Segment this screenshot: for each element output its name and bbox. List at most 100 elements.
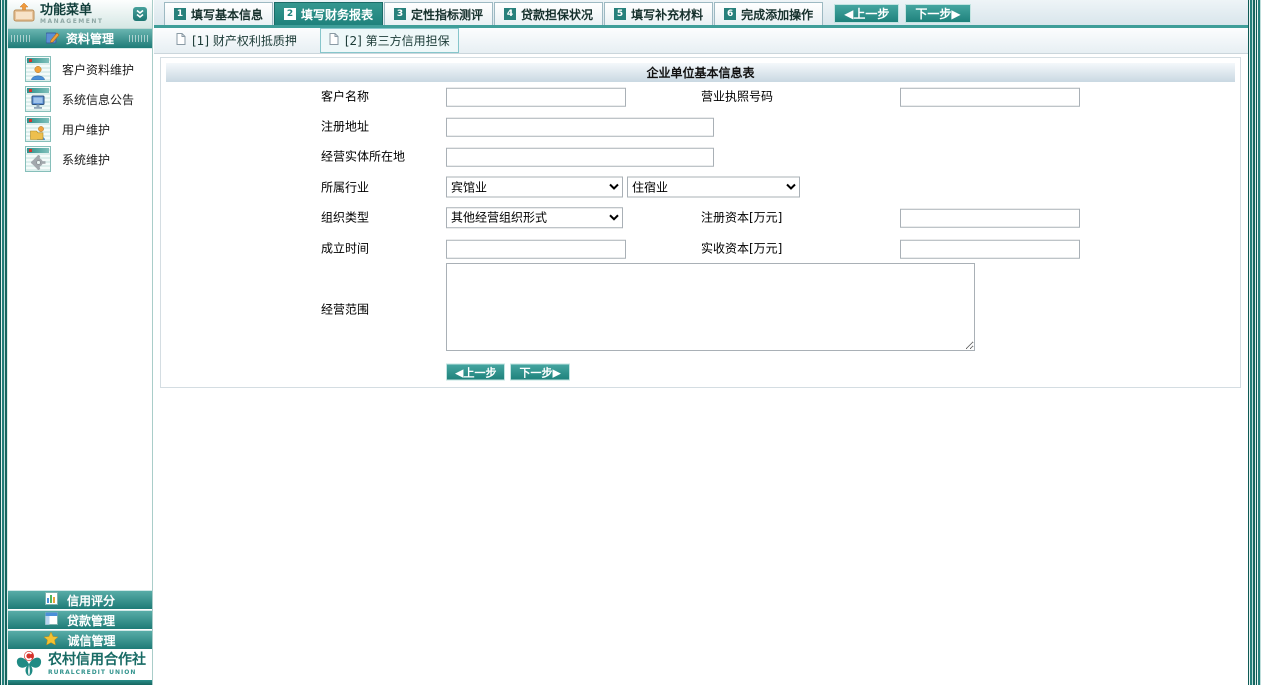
tab-label: 定性指标测评 <box>411 6 483 23</box>
sidebar-section-data-management[interactable]: 资料管理 <box>8 29 152 49</box>
reg-address-label: 注册地址 <box>321 118 369 135</box>
sidebar-item-label: 客户资料维护 <box>62 61 134 78</box>
logo-subtitle: RURALCREDIT UNION <box>48 669 146 676</box>
sidebar-item-customer-profile[interactable]: 客户资料维护 <box>8 54 152 84</box>
prev-step-button[interactable]: ◀上一步 <box>834 4 899 23</box>
tab-number-icon: 2 <box>284 8 296 20</box>
sidebar-item-label: 系统信息公告 <box>62 91 134 108</box>
tab-label: 填写基本信息 <box>191 6 263 23</box>
industry-primary-select[interactable]: 宾馆业 <box>446 177 623 198</box>
wizard-tabbar: 1 填写基本信息 2 填写财务报表 3 定性指标测评 4 贷款担保状况 5 填写… <box>154 0 1248 25</box>
wizard-tab-complete-operation[interactable]: 6 完成添加操作 <box>714 2 823 25</box>
sidebar-section-label: 信用评分 <box>67 592 115 609</box>
tab-number-icon: 4 <box>504 8 516 20</box>
org-type-label: 组织类型 <box>321 209 369 226</box>
wizard-tab-basic-info[interactable]: 1 填写基本信息 <box>164 2 273 25</box>
wizard-tab-supplementary-material[interactable]: 5 填写补充材料 <box>604 2 713 25</box>
tab-number-icon: 1 <box>174 8 186 20</box>
logo-title: 农村信用合作社 <box>48 653 146 667</box>
entity-location-label: 经营实体所在地 <box>321 148 405 165</box>
sidebar-spacer <box>8 174 152 589</box>
reg-capital-input[interactable] <box>900 208 1080 227</box>
subtab-label: [1] 财产权利抵质押 <box>192 32 297 49</box>
tick-marks-left <box>11 35 31 42</box>
form-row: 经营范围 <box>161 264 1240 354</box>
function-menu-icon <box>13 3 35 26</box>
main-area: 1 填写基本信息 2 填写财务报表 3 定性指标测评 4 贷款担保状况 5 填写… <box>154 0 1248 685</box>
rural-credit-union-logo: 农村信用合作社 RURALCREDIT UNION <box>8 649 152 680</box>
right-edge-stripes <box>1248 0 1261 685</box>
customer-name-label: 客户名称 <box>321 88 369 105</box>
form-row: 成立时间 实收资本[万元] <box>161 236 1240 260</box>
next-step-button[interactable]: 下一步▶ <box>905 4 970 23</box>
tick-marks-right <box>129 35 149 42</box>
sidebar-section-integrity-management[interactable]: 诚信管理 <box>8 630 152 649</box>
form-row: 注册地址 <box>161 114 1240 138</box>
user-maintenance-icon <box>25 116 51 142</box>
form-row: 客户名称 营业执照号码 <box>161 84 1240 108</box>
form-next-button[interactable]: 下一步▶ <box>510 364 569 381</box>
subtab-property-pledge[interactable]: [1] 财产权利抵质押 <box>167 28 306 53</box>
business-scope-textarea[interactable] <box>446 263 975 351</box>
industry-label: 所属行业 <box>321 179 369 196</box>
logo-emblem-icon <box>14 649 44 681</box>
industry-secondary-select[interactable]: 住宿业 <box>627 177 800 198</box>
form-button-row: ◀上一步 下一步▶ <box>161 363 1240 381</box>
tab-label: 填写财务报表 <box>301 6 373 23</box>
content-area: 企业单位基本信息表 客户名称 营业执照号码 注册地址 经营实体所在地 <box>154 54 1248 685</box>
form-prev-button[interactable]: ◀上一步 <box>446 364 505 381</box>
form-body: 客户名称 营业执照号码 注册地址 经营实体所在地 所属行业 <box>161 84 1240 384</box>
document-icon <box>329 33 339 48</box>
tab-label: 填写补充材料 <box>631 6 703 23</box>
credit-score-icon <box>45 592 58 608</box>
subtab-label: [2] 第三方信用担保 <box>345 32 450 49</box>
reg-capital-label: 注册资本[万元] <box>701 209 782 226</box>
sidebar-subtitle: MANAGEMENT <box>40 19 104 25</box>
sidebar-header: 功能菜单 MANAGEMENT <box>8 0 152 29</box>
customer-profile-icon <box>25 56 51 82</box>
tab-number-icon: 5 <box>614 8 626 20</box>
founded-label: 成立时间 <box>321 240 369 257</box>
reg-address-input[interactable] <box>446 117 714 136</box>
sidebar-item-system-announcement[interactable]: 系统信息公告 <box>8 84 152 114</box>
document-icon <box>176 33 186 48</box>
form-row: 经营实体所在地 <box>161 144 1240 168</box>
tab-label: 贷款担保状况 <box>521 6 593 23</box>
business-scope-label: 经营范围 <box>321 301 369 318</box>
wizard-tab-loan-guarantee[interactable]: 4 贷款担保状况 <box>494 2 603 25</box>
wizard-tab-financial-report[interactable]: 2 填写财务报表 <box>274 2 383 25</box>
paid-capital-label: 实收资本[万元] <box>701 240 782 257</box>
sidebar-item-label: 用户维护 <box>62 121 110 138</box>
sidebar-section-label: 资料管理 <box>66 30 114 47</box>
collapse-icon[interactable] <box>133 7 147 21</box>
system-announcement-icon <box>25 86 51 112</box>
org-type-select[interactable]: 其他经营组织形式 <box>446 207 623 228</box>
form-title: 企业单位基本信息表 <box>166 63 1235 82</box>
founded-input[interactable] <box>446 239 626 258</box>
integrity-star-icon <box>44 632 58 648</box>
tab-label: 完成添加操作 <box>741 6 813 23</box>
sidebar-section-label: 诚信管理 <box>67 632 115 649</box>
form-row: 组织类型 其他经营组织形式 注册资本[万元] <box>161 205 1240 229</box>
tab-number-icon: 3 <box>394 8 406 20</box>
sidebar: 功能菜单 MANAGEMENT 资料管理 <box>8 0 153 685</box>
subtab-third-party-guarantee[interactable]: [2] 第三方信用担保 <box>320 28 459 53</box>
sidebar-section-loan-management[interactable]: 贷款管理 <box>8 610 152 629</box>
loan-management-icon <box>45 612 58 628</box>
customer-name-input[interactable] <box>446 87 626 106</box>
form-row: 所属行业 宾馆业 住宿业 <box>161 175 1240 199</box>
left-edge-stripes <box>0 0 8 685</box>
form-panel: 企业单位基本信息表 客户名称 营业执照号码 注册地址 经营实体所在地 <box>160 57 1241 388</box>
system-maintenance-icon <box>25 146 51 172</box>
sidebar-item-user-maintenance[interactable]: 用户维护 <box>8 114 152 144</box>
entity-location-input[interactable] <box>446 147 714 166</box>
wizard-nav-buttons: ◀上一步 下一步▶ <box>834 4 970 23</box>
sidebar-item-system-maintenance[interactable]: 系统维护 <box>8 144 152 174</box>
app-window: 功能菜单 MANAGEMENT 资料管理 <box>0 0 1261 685</box>
license-no-input[interactable] <box>900 87 1080 106</box>
sidebar-bottom-strip <box>8 680 152 685</box>
wizard-tab-qualitative-evaluation[interactable]: 3 定性指标测评 <box>384 2 493 25</box>
sidebar-section-label: 贷款管理 <box>67 612 115 629</box>
paid-capital-input[interactable] <box>900 239 1080 258</box>
sidebar-section-credit-score[interactable]: 信用评分 <box>8 590 152 609</box>
